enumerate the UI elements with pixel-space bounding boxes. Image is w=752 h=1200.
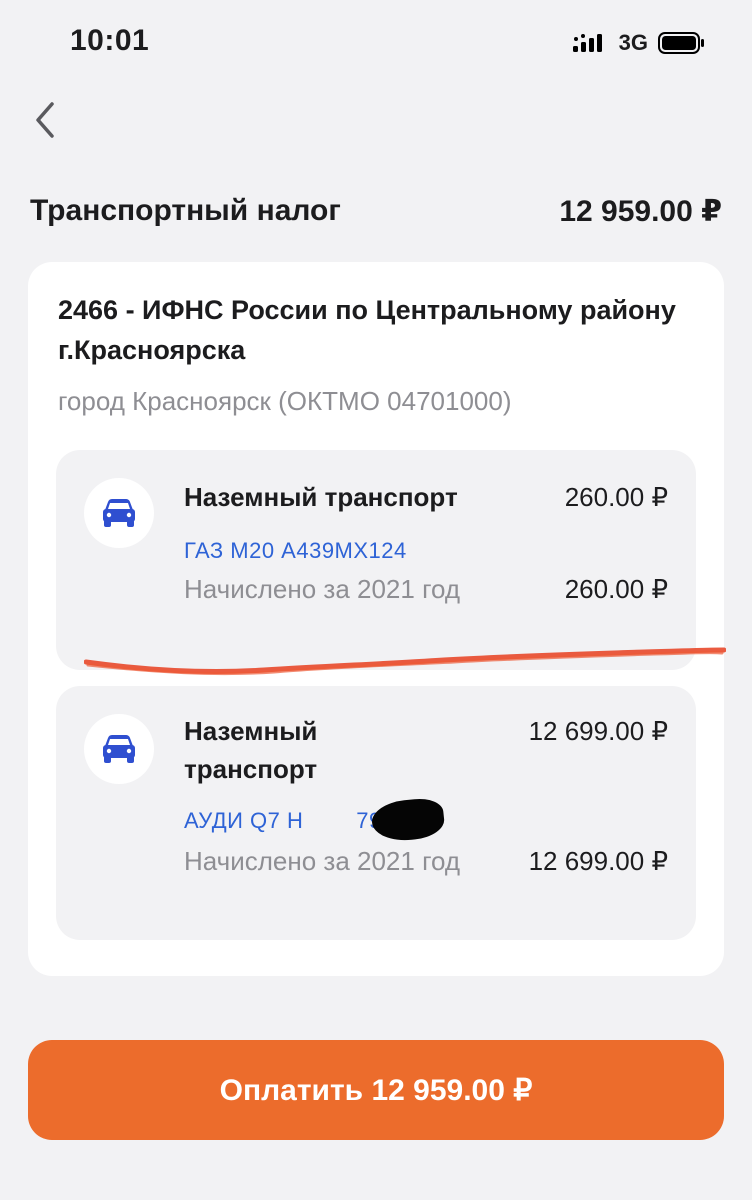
vehicle-link[interactable]: АУДИ Q7 Н 799 (184, 808, 394, 834)
tax-office-location: город Красноярск (ОКТМО 04701000) (58, 386, 512, 416)
car-icon (103, 499, 135, 527)
car-icon-container (84, 714, 154, 784)
accrued-amount: 12 699.00 ₽ (528, 846, 668, 876)
tax-item[interactable]: Наземный транспорт 260.00 ₽ ГАЗ М20 А439… (56, 450, 696, 670)
item-title: Наземный транспорт (184, 716, 318, 784)
annotation-underline (84, 647, 726, 676)
battery-icon (658, 32, 704, 54)
total-amount: 12 959.00 ₽ (559, 194, 722, 228)
network-label: 3G (618, 30, 648, 55)
tax-office-name: 2466 - ИФНС России по Центральному район… (58, 295, 676, 365)
vehicle-link[interactable]: ГАЗ М20 А439МХ124 (184, 538, 407, 564)
back-button[interactable] (24, 96, 64, 144)
item-amount: 260.00 ₽ (564, 482, 668, 512)
accrued-amount: 260.00 ₽ (564, 574, 668, 604)
car-icon-container (84, 478, 154, 548)
signal-icon (572, 34, 602, 52)
status-indicators: 3G (572, 30, 706, 56)
pay-button[interactable]: Оплатить 12 959.00 ₽ (28, 1040, 724, 1140)
item-title: Наземный транспорт (184, 482, 458, 512)
page-title: Транспортный налог (30, 194, 341, 227)
redaction-blob (370, 796, 446, 844)
tax-card: 2466 - ИФНС России по Центральному район… (28, 262, 724, 976)
car-icon (103, 735, 135, 763)
chevron-left-icon (36, 102, 54, 138)
accrued-label: Начислено за 2021 год (184, 574, 461, 604)
page-header: Транспортный налог 12 959.00 ₽ (30, 188, 722, 234)
status-time: 10:01 (70, 24, 150, 57)
accrued-label: Начислено за 2021 год (184, 846, 461, 876)
tax-item[interactable]: Наземный транспорт 12 699.00 ₽ АУДИ Q7 Н… (56, 686, 696, 940)
item-amount: 12 699.00 ₽ (528, 716, 668, 746)
status-bar: 10:01 3G (0, 0, 752, 84)
